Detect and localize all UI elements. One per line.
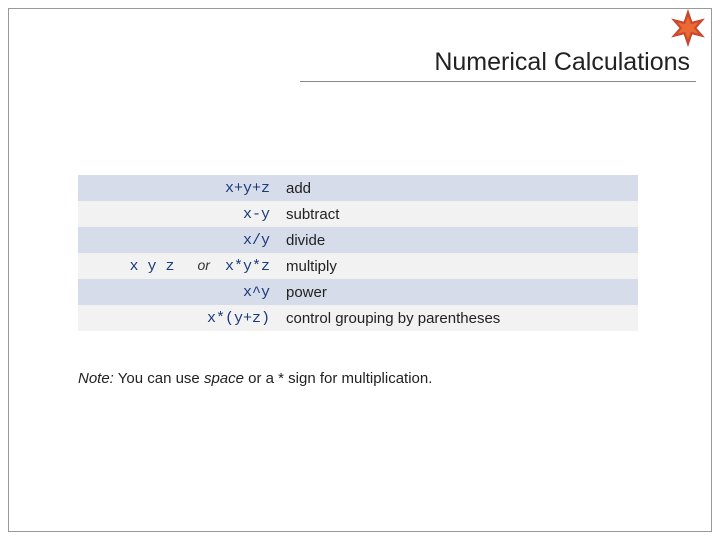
or-label: or <box>198 257 210 273</box>
table-row: x*(y+z) control grouping by parentheses <box>78 305 638 331</box>
expr-cell: x-y <box>78 201 278 227</box>
note-space-word: space <box>204 370 244 387</box>
desc-cell: power <box>278 279 638 305</box>
note-before: You can use <box>114 370 204 387</box>
note-label: Note: <box>78 370 114 387</box>
table-row: x y z or x*y*z multiply <box>78 253 638 279</box>
expr-cell: x*(y+z) <box>78 305 278 331</box>
desc-cell: subtract <box>278 201 638 227</box>
operators-table: x+y+z add x-y subtract x/y divide x y z … <box>78 175 638 331</box>
table-row: x/y divide <box>78 227 638 253</box>
table-row: x+y+z add <box>78 175 638 201</box>
expr-cell: x y z or x*y*z <box>78 253 278 279</box>
alt-expr: x y z <box>129 258 174 275</box>
note-after: or a * sign for multiplication. <box>244 370 432 387</box>
desc-cell: divide <box>278 227 638 253</box>
desc-cell: control grouping by parentheses <box>278 305 638 331</box>
title-area: Numerical Calculations <box>300 48 696 82</box>
main-expr: x*y*z <box>225 258 270 275</box>
mathematica-logo-icon <box>664 4 712 52</box>
note-text: Note: You can use space or a * sign for … <box>78 370 432 387</box>
expr-cell: x^y <box>78 279 278 305</box>
desc-cell: multiply <box>278 253 638 279</box>
expr-cell: x/y <box>78 227 278 253</box>
page-title: Numerical Calculations <box>300 48 696 82</box>
table-row: x^y power <box>78 279 638 305</box>
table-row: x-y subtract <box>78 201 638 227</box>
expr-cell: x+y+z <box>78 175 278 201</box>
desc-cell: add <box>278 175 638 201</box>
